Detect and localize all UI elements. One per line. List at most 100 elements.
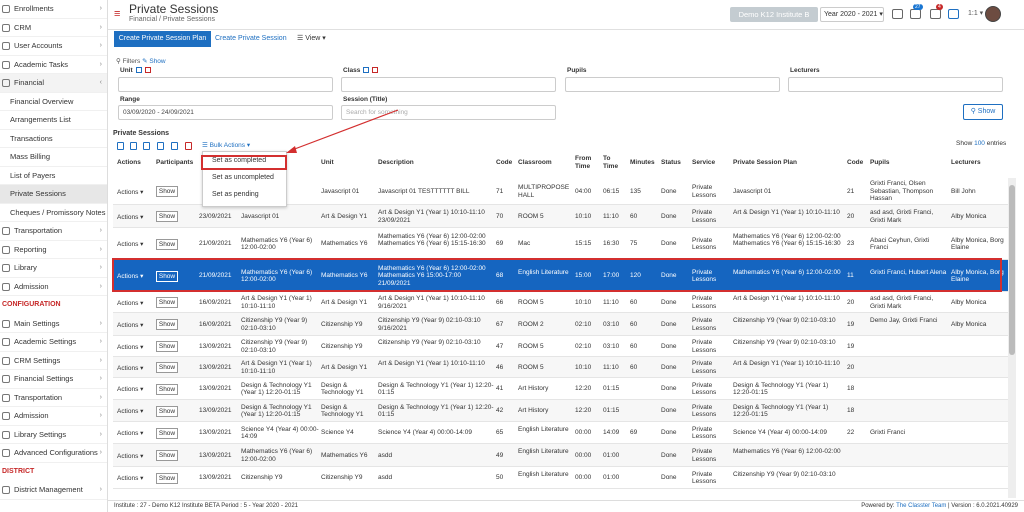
entries-selector[interactable]: Show 100 entries: [956, 140, 1006, 147]
table-row[interactable]: Actions ▾ Show 21/09/2021 Mathematics Y6 (Y…: [113, 228, 1008, 260]
row-show-button[interactable]: Show: [156, 341, 178, 352]
column-header[interactable]: Classroom: [518, 159, 552, 167]
sidebar-item[interactable]: Enrollments ›: [0, 0, 107, 19]
lecturers-input[interactable]: [788, 77, 1003, 92]
excel-icon[interactable]: [143, 142, 150, 150]
table-row[interactable]: Actions ▾ Show 16/09/2021 Art & Design Y1 (…: [113, 292, 1008, 313]
table-row[interactable]: Actions ▾ Show 13/09/2021 Design & Technolo…: [113, 400, 1008, 422]
sidebar-item[interactable]: User Accounts ›: [0, 37, 107, 56]
sidebar-item[interactable]: Financial ‹: [0, 74, 107, 93]
column-header[interactable]: Status: [661, 159, 681, 167]
class-clear-icon[interactable]: [372, 67, 379, 74]
row-actions-button[interactable]: Actions ▾: [117, 385, 143, 393]
column-header[interactable]: From Time: [575, 155, 597, 171]
sidebar-item[interactable]: Library ›: [0, 259, 107, 278]
table-row[interactable]: Actions ▾ Show 13/09/2021 Art & Design Y1 (…: [113, 357, 1008, 378]
sidebar-item[interactable]: Mass Billing: [0, 148, 107, 167]
table-row[interactable]: Actions ▾ Show 13/09/2021 Citizenship Y9 Cit…: [113, 467, 1008, 489]
check-icon[interactable]: [171, 142, 178, 150]
row-actions-button[interactable]: Actions ▾: [117, 343, 143, 351]
column-header[interactable]: Minutes: [630, 159, 655, 167]
unit-input[interactable]: [118, 77, 333, 92]
sidebar-item[interactable]: Main Settings ›: [0, 315, 107, 333]
sidebar-item[interactable]: Cheques / Promissory Notes: [0, 204, 107, 222]
row-show-button[interactable]: Show: [156, 405, 178, 417]
column-header[interactable]: Service: [692, 159, 715, 167]
unit-select-all-icon[interactable]: [135, 67, 142, 74]
menu-icon[interactable]: ≡: [114, 8, 120, 20]
delete-icon[interactable]: [185, 142, 192, 150]
row-actions-button[interactable]: Actions ▾: [117, 429, 143, 437]
row-actions-button[interactable]: Actions ▾: [117, 188, 143, 196]
table-row[interactable]: Actions ▾ Show 13/09/2021 Citizenship Y9 (Y…: [113, 336, 1008, 357]
row-show-button[interactable]: Show: [156, 186, 178, 197]
filters-toggle[interactable]: ⚲ Filters ✎ Show: [116, 57, 166, 65]
institute-button[interactable]: Demo K12 Institute B: [730, 7, 818, 22]
pdf-icon[interactable]: [130, 142, 137, 150]
sidebar-item[interactable]: Advanced Configurations ›: [0, 444, 107, 463]
column-header[interactable]: To Time: [603, 155, 625, 171]
classter-team-link[interactable]: The Classter Team: [896, 503, 946, 509]
sidebar-item[interactable]: Financial Settings ›: [0, 370, 107, 389]
table-row[interactable]: Actions ▾ Show 13/09/2021 Science Y4 (Year …: [113, 422, 1008, 444]
sidebar-item[interactable]: Transportation ›: [0, 222, 107, 241]
zoom-select[interactable]: 1:1 ▾: [968, 9, 983, 17]
class-input[interactable]: [341, 77, 556, 92]
sidebar-item[interactable]: Financial Overview: [0, 93, 107, 111]
row-show-button[interactable]: Show: [156, 211, 178, 222]
sidebar-item[interactable]: Private Sessions: [0, 185, 107, 204]
row-show-button[interactable]: Show: [156, 450, 178, 461]
pupils-input[interactable]: [565, 77, 780, 92]
avatar[interactable]: [985, 6, 1001, 22]
row-actions-button[interactable]: Actions ▾: [117, 474, 143, 482]
row-actions-button[interactable]: Actions ▾: [117, 452, 143, 460]
sidebar-item[interactable]: List of Payers: [0, 167, 107, 185]
row-show-button[interactable]: Show: [156, 472, 178, 484]
unit-clear-icon[interactable]: [144, 67, 151, 74]
sidebar-item[interactable]: CRM Settings ›: [0, 352, 107, 370]
column-header[interactable]: Code: [496, 159, 512, 167]
year-select[interactable]: Year 2020 - 2021 ▾: [820, 7, 884, 22]
bulk-option[interactable]: Set as uncompleted: [203, 169, 286, 186]
column-header[interactable]: Description: [378, 159, 414, 167]
sidebar-item[interactable]: Library Settings ›: [0, 426, 107, 444]
row-actions-button[interactable]: Actions ▾: [117, 213, 143, 221]
show-button[interactable]: ⚲ Show: [963, 104, 1003, 120]
view-menu[interactable]: ☰ View ▾: [297, 31, 326, 47]
bulk-actions-button[interactable]: ☰ Bulk Actions ▾: [202, 141, 250, 149]
row-actions-button[interactable]: Actions ▾: [117, 407, 143, 415]
flag-icon[interactable]: [892, 9, 903, 19]
breadcrumb[interactable]: Financial / Private Sessions: [129, 16, 215, 23]
sidebar-item[interactable]: Admission ›: [0, 278, 107, 296]
sidebar-item[interactable]: Academic Settings ›: [0, 333, 107, 352]
column-header[interactable]: Participants: [156, 159, 193, 167]
column-header[interactable]: Private Session Plan: [733, 159, 797, 167]
sidebar-item[interactable]: Transportation ›: [0, 389, 107, 407]
table-row[interactable]: Actions ▾ Show 23/09/2021 Javascript 01 Art …: [113, 205, 1008, 228]
row-show-button[interactable]: Show: [156, 297, 178, 308]
table-row[interactable]: Actions ▾ Show 16/09/2021 Citizenship Y9 (Y…: [113, 313, 1008, 336]
row-show-button[interactable]: Show: [156, 319, 178, 330]
print-icon[interactable]: [117, 142, 124, 150]
sidebar-item[interactable]: Arrangements List: [0, 111, 107, 130]
column-header[interactable]: Lecturers: [951, 159, 981, 167]
mail-icon[interactable]: [930, 9, 941, 19]
notifications-icon[interactable]: [910, 9, 921, 19]
column-header[interactable]: Pupils: [870, 159, 890, 167]
column-header[interactable]: Unit: [321, 159, 334, 167]
sidebar-item[interactable]: Academic Tasks ›: [0, 56, 107, 74]
sidebar-item[interactable]: Transactions: [0, 130, 107, 148]
row-actions-button[interactable]: Actions ▾: [117, 240, 143, 248]
scrollbar-thumb[interactable]: [1009, 185, 1015, 355]
row-show-button[interactable]: Show: [156, 238, 178, 250]
row-show-button[interactable]: Show: [156, 362, 178, 373]
row-actions-button[interactable]: Actions ▾: [117, 364, 143, 372]
table-row[interactable]: Actions ▾ Show 13/09/2021 Mathematics Y6 (Y…: [113, 444, 1008, 467]
sync-icon[interactable]: [948, 9, 959, 19]
column-header[interactable]: Code: [847, 159, 863, 167]
create-session-button[interactable]: Create Private Session: [215, 31, 287, 47]
table-row[interactable]: Actions ▾ Show 13/09/2021 Design & Technolo…: [113, 378, 1008, 400]
sidebar-item[interactable]: CRM ›: [0, 19, 107, 37]
sidebar-item[interactable]: Reporting ›: [0, 241, 107, 259]
create-plan-button[interactable]: Create Private Session Plan: [114, 31, 211, 47]
